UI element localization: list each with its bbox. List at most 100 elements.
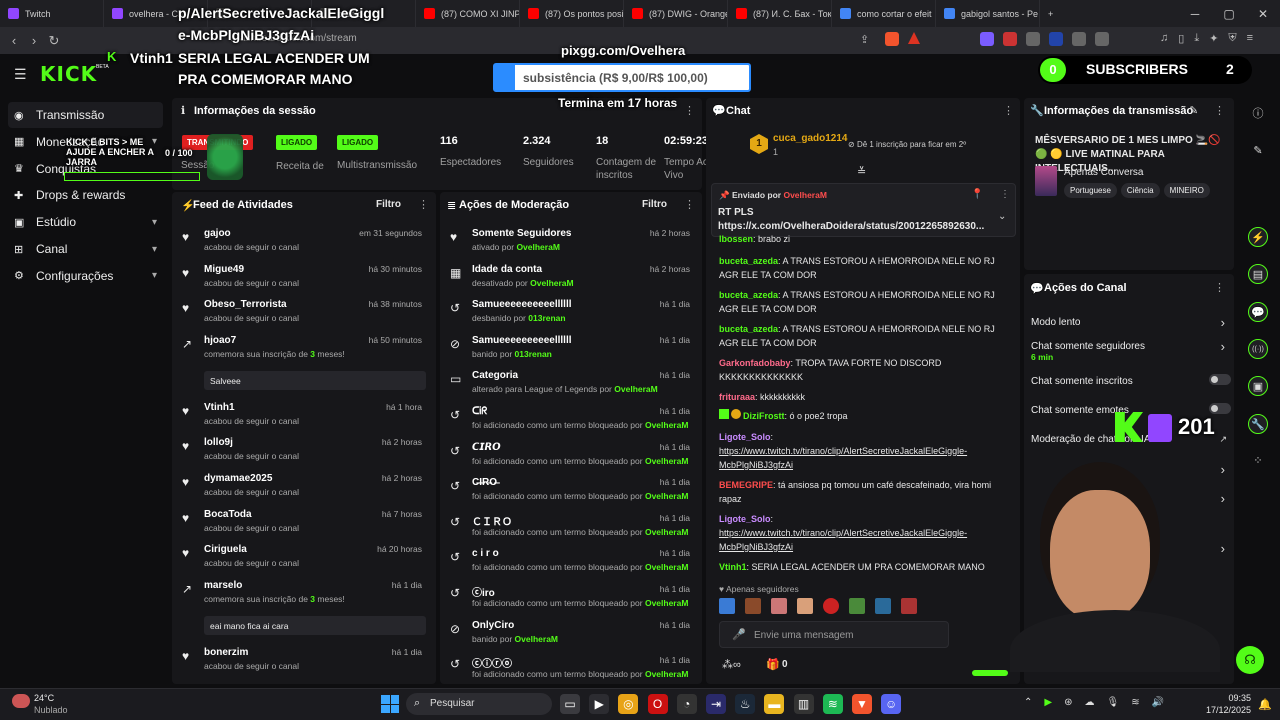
- edit-icon[interactable]: ✎: [1248, 141, 1268, 161]
- tray-play-icon[interactable]: ▶: [1044, 697, 1052, 708]
- sidebar-item[interactable]: ⊞ Canal ▾: [8, 236, 163, 262]
- feed-user[interactable]: marselo: [204, 580, 242, 591]
- browser-tab[interactable]: (87) COMO XI JINPI: [416, 0, 520, 27]
- sidebar-item[interactable]: ▣ Estúdio ▾: [8, 209, 163, 235]
- mod-target[interactable]: ᑕᎥᖇ: [472, 406, 487, 417]
- emote-icon[interactable]: [771, 598, 787, 614]
- new-tab-icon[interactable]: +: [1040, 0, 1068, 27]
- feed-user[interactable]: Ciriguela: [204, 544, 247, 555]
- play-icon[interactable]: ▶: [589, 694, 610, 714]
- start-icon[interactable]: [381, 695, 399, 713]
- media-icon[interactable]: ♫: [1160, 32, 1168, 45]
- emote-icon[interactable]: [719, 598, 735, 614]
- extension-icon[interactable]: [1049, 32, 1063, 46]
- chat-username[interactable]: frituraaa: [719, 392, 755, 402]
- chat-icon[interactable]: 💬: [1248, 302, 1268, 322]
- mod-by[interactable]: OvelheraM: [645, 491, 688, 501]
- minimize-icon[interactable]: ─: [1178, 7, 1212, 21]
- file-explorer-icon[interactable]: ▭: [560, 694, 580, 714]
- extension-icon[interactable]: [1095, 32, 1109, 46]
- forward-icon[interactable]: ›: [24, 33, 44, 48]
- mod-target[interactable]: Somente Seguidores: [472, 228, 571, 239]
- folder-icon[interactable]: ▬: [764, 694, 785, 714]
- chat-username[interactable]: buceta_azeda: [719, 324, 778, 334]
- broadcast-icon[interactable]: ((·)): [1248, 339, 1268, 359]
- chat-username[interactable]: Ligote_Solo: [719, 514, 771, 524]
- chat-username[interactable]: Vtinh1: [719, 562, 747, 572]
- reload-icon[interactable]: ↻: [44, 33, 64, 49]
- feed-user[interactable]: dymamae2025: [204, 473, 272, 484]
- chat-username[interactable]: BEMEGRIPE: [719, 480, 773, 490]
- pinned-user[interactable]: OvelheraM: [783, 190, 826, 200]
- feed-more-icon[interactable]: ⋮: [418, 198, 429, 211]
- browser-tab[interactable]: (87) И. С. Бах - Токк: [728, 0, 832, 27]
- discord-icon[interactable]: ☺: [881, 694, 902, 714]
- mod-by[interactable]: 013renan: [515, 349, 552, 359]
- chat-link[interactable]: https://www.twitch.tv/tirano/clip/AlertS…: [719, 528, 967, 552]
- brave-icon[interactable]: ▼: [852, 694, 872, 714]
- mod-by[interactable]: OvelheraM: [645, 562, 688, 572]
- browser-tab[interactable]: gabigol santos - Pe: [936, 0, 1040, 27]
- pinned-more-icon[interactable]: ⋮: [1000, 189, 1010, 200]
- mod-by[interactable]: OvelheraM: [645, 456, 688, 466]
- app-icon[interactable]: ◔: [676, 694, 697, 714]
- hamburger-menu-icon[interactable]: ☰: [14, 66, 27, 83]
- tray-chevron-icon[interactable]: ⌃: [1024, 697, 1032, 708]
- tray-wifi-icon[interactable]: ≋: [1131, 697, 1139, 708]
- mod-target[interactable]: OnlyCiro: [472, 620, 514, 631]
- extension-icon[interactable]: [980, 32, 994, 46]
- emote-icon[interactable]: [823, 598, 839, 614]
- chat-username[interactable]: Ligote_Solo: [719, 432, 771, 442]
- toggle-switch[interactable]: [1209, 403, 1231, 414]
- mod-target[interactable]: Idade da conta: [472, 264, 542, 275]
- maximize-icon[interactable]: ▢: [1212, 7, 1246, 21]
- extension-icon[interactable]: [1072, 32, 1086, 46]
- ai-icon[interactable]: ✦: [1209, 32, 1218, 45]
- download-icon[interactable]: ⤓: [1194, 32, 1199, 45]
- tray-speaker-icon[interactable]: 🔊: [1152, 697, 1164, 708]
- chevron-right-icon[interactable]: ›: [1221, 315, 1225, 330]
- mod-target[interactable]: C̶I̶R̶O̶: [472, 477, 497, 488]
- feed-user[interactable]: BocaToda: [204, 509, 252, 520]
- tray-shield-icon[interactable]: ⊛: [1064, 697, 1072, 708]
- taskbar-search[interactable]: ⌕ Pesquisar: [406, 693, 552, 715]
- feed-user[interactable]: Vtinh1: [204, 402, 235, 413]
- emote-icon[interactable]: [875, 598, 891, 614]
- users-icon[interactable]: ⁂∞: [722, 658, 741, 671]
- channel-action[interactable]: Chat somente inscritos: [1031, 374, 1231, 400]
- emote-icon[interactable]: [745, 598, 761, 614]
- chat-username[interactable]: buceta_azeda: [719, 290, 778, 300]
- mod-by[interactable]: OvelheraM: [645, 598, 688, 608]
- mod-more-icon[interactable]: ⋮: [684, 198, 695, 211]
- channel-action[interactable]: Modo lento ›: [1031, 315, 1231, 341]
- chat-username[interactable]: lbossen: [719, 234, 753, 242]
- tray-mic-icon[interactable]: 🎙: [1106, 697, 1119, 708]
- browser-tab[interactable]: (87) DWIG - Orange: [624, 0, 728, 27]
- sidebar-item[interactable]: ✚ Drops & rewards: [8, 182, 163, 208]
- info-icon[interactable]: ⓘ: [1248, 104, 1268, 124]
- gift-user[interactable]: cuca_gado1214: [773, 133, 848, 144]
- tools-icon[interactable]: 🔧: [1248, 414, 1268, 434]
- feed-user[interactable]: gajoo: [204, 228, 231, 239]
- mod-by[interactable]: OvelheraM: [530, 278, 573, 288]
- edit-icon[interactable]: ✎: [1189, 104, 1198, 117]
- mod-target[interactable]: 𝘾𝙄𝙍𝙊: [472, 442, 501, 453]
- channel-actions-more-icon[interactable]: ⋮: [1214, 281, 1225, 294]
- chrome-icon[interactable]: ◎: [618, 694, 639, 714]
- mic-icon[interactable]: 🎤: [732, 628, 746, 641]
- mod-target[interactable]: Categoria: [472, 370, 518, 381]
- points-icon[interactable]: 🎁: [766, 658, 780, 671]
- emote-icon[interactable]: [849, 598, 865, 614]
- mod-target[interactable]: ⓒⓘⓡⓞ: [472, 655, 512, 670]
- more-apps-icon[interactable]: ⁘: [1248, 451, 1268, 471]
- opera-icon[interactable]: O: [647, 694, 668, 714]
- extension-icon[interactable]: [1026, 32, 1040, 46]
- vpn-icon[interactable]: ⇥: [706, 694, 726, 714]
- pinned-link[interactable]: https://x.com/OvelheraDoidera/status/200…: [718, 221, 984, 232]
- brave-shield-icon[interactable]: [885, 32, 899, 46]
- chat-username[interactable]: DiziFrostt: [743, 411, 785, 421]
- emote-icon[interactable]: [797, 598, 813, 614]
- sidebar-item[interactable]: ◉ Transmissão: [8, 102, 163, 128]
- session-more-icon[interactable]: ⋮: [684, 104, 695, 117]
- storage-icon[interactable]: ▣: [1248, 376, 1268, 396]
